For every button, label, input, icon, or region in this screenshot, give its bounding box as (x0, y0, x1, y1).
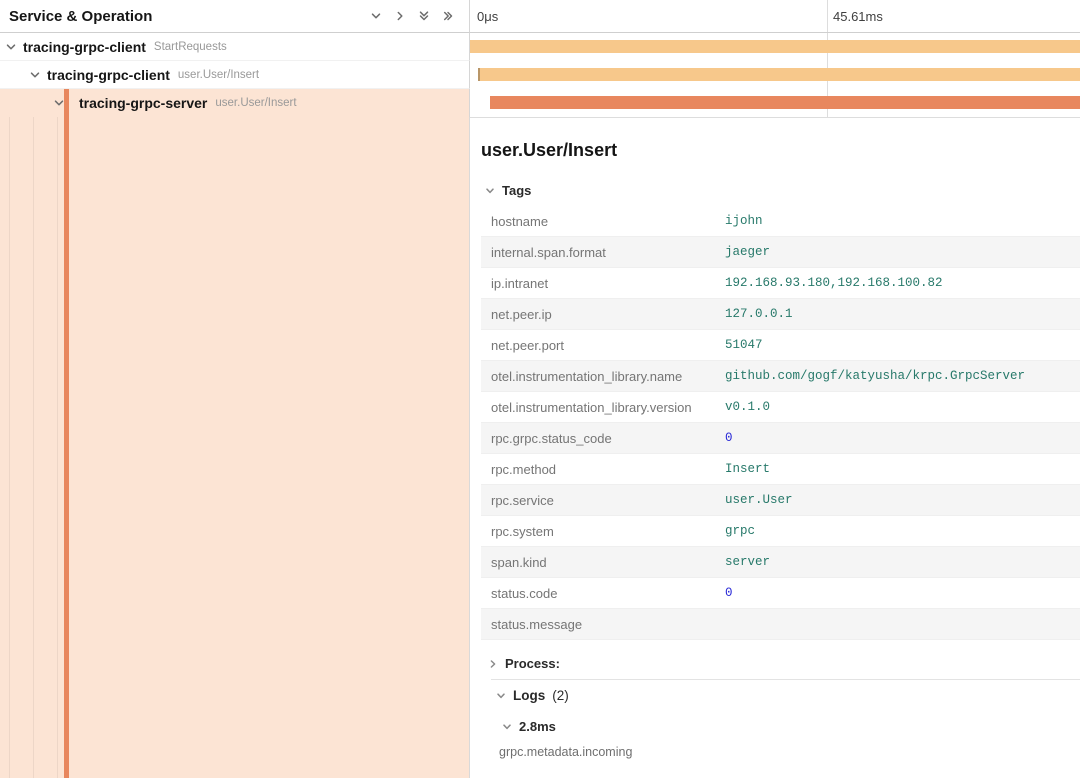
process-accordion-header[interactable]: Process: (488, 656, 1080, 671)
chevron-down-icon (496, 691, 506, 701)
timeline-header: 0μs 45.61ms (470, 0, 1080, 33)
tag-key: otel.instrumentation_library.version (481, 392, 715, 423)
tag-value: v0.1.0 (725, 400, 770, 414)
tags-label: Tags (502, 183, 531, 198)
tag-row: otel.instrumentation_library.name github… (481, 361, 1080, 392)
chevron-down-icon (485, 186, 495, 196)
tag-key: rpc.method (481, 454, 715, 485)
collapse-controls (370, 10, 455, 23)
tag-row: internal.span.format jaeger (481, 237, 1080, 268)
tag-key: hostname (481, 206, 715, 237)
tag-key: net.peer.ip (481, 299, 715, 330)
log-entry-header[interactable]: 2.8ms (502, 719, 1080, 734)
chevron-down-icon[interactable] (5, 41, 17, 53)
tag-row: rpc.service user.User (481, 485, 1080, 516)
expand-all-icon[interactable] (442, 10, 455, 23)
span-detail-title: user.User/Insert (481, 140, 1080, 161)
tree-guide-line (33, 117, 34, 778)
span-row-selected[interactable]: tracing-grpc-server user.User/Insert (0, 89, 1080, 117)
log-field-row: grpc.metadata.incoming { ":authority": "… (499, 744, 1080, 778)
chevron-down-icon[interactable] (29, 69, 41, 81)
service-operation-header: Service & Operation (0, 0, 470, 33)
logs-count: (2) (552, 688, 569, 703)
logs-label: Logs (513, 688, 545, 703)
tag-row: hostname ijohn (481, 206, 1080, 237)
operation-name: user.User/Insert (215, 97, 296, 109)
span-bar[interactable] (478, 68, 1080, 81)
log-field-key: grpc.metadata.incoming (499, 744, 667, 759)
span-color-accent (64, 89, 69, 117)
expand-one-icon[interactable] (394, 10, 407, 23)
tag-value: ijohn (725, 214, 763, 228)
tag-row: net.peer.port 51047 (481, 330, 1080, 361)
panel-title: Service & Operation (9, 8, 370, 25)
tag-row: status.message (481, 609, 1080, 640)
tag-key: span.kind (481, 547, 715, 578)
span-detail-panel: user.User/Insert Tags hostname ijohn int… (470, 117, 1080, 778)
span-bar[interactable] (490, 96, 1080, 109)
tag-value: 0 (725, 586, 733, 600)
span-color-accent (64, 117, 69, 778)
tag-key: status.code (481, 578, 715, 609)
tree-guide-line (57, 117, 58, 778)
collapse-one-icon[interactable] (370, 10, 383, 23)
tag-value: server (725, 555, 770, 569)
chevron-down-icon (502, 722, 512, 732)
tag-row: net.peer.ip 127.0.0.1 (481, 299, 1080, 330)
span-bar-cell (470, 33, 1080, 61)
tag-key: otel.instrumentation_library.name (481, 361, 715, 392)
tag-value: grpc (725, 524, 755, 538)
collapse-all-icon[interactable] (418, 10, 431, 23)
service-name: tracing-grpc-client (47, 67, 170, 83)
span-bar[interactable] (470, 40, 1080, 53)
tag-value: 0 (725, 431, 733, 445)
service-name: tracing-grpc-server (79, 95, 207, 111)
tags-accordion-header[interactable]: Tags (485, 183, 1080, 198)
tag-key: rpc.grpc.status_code (481, 423, 715, 454)
chevron-right-icon (488, 659, 498, 669)
span-bar-cell (470, 89, 1080, 117)
service-name: tracing-grpc-client (23, 39, 146, 55)
tag-row: otel.instrumentation_library.version v0.… (481, 392, 1080, 423)
log-field-value-json: { ":authority": ":8000", "baggage": "uid… (667, 744, 880, 778)
tags-table: hostname ijohn internal.span.format jaeg… (481, 206, 1080, 640)
span-bar-cell (470, 61, 1080, 89)
tag-value: jaeger (725, 245, 770, 259)
tree-guide-line (9, 117, 10, 778)
tag-key: rpc.service (481, 485, 715, 516)
tag-row: span.kind server (481, 547, 1080, 578)
logs-accordion-header[interactable]: Logs (2) (496, 688, 1080, 703)
span-name-cell: tracing-grpc-client StartRequests (0, 33, 470, 61)
tag-key: internal.span.format (481, 237, 715, 268)
tag-row: status.code 0 (481, 578, 1080, 609)
tag-row: rpc.system grpc (481, 516, 1080, 547)
tag-key: rpc.system (481, 516, 715, 547)
span-row[interactable]: tracing-grpc-client StartRequests (0, 33, 1080, 61)
tick-label-start: 0μs (477, 9, 498, 24)
section-divider (491, 679, 1080, 680)
tag-value: user.User (725, 493, 793, 507)
tag-value: Insert (725, 462, 770, 476)
log-timestamp: 2.8ms (519, 719, 556, 734)
tag-row: rpc.grpc.status_code 0 (481, 423, 1080, 454)
span-name-cell: tracing-grpc-server user.User/Insert (0, 89, 470, 117)
operation-name: user.User/Insert (178, 69, 259, 81)
tag-value: 51047 (725, 338, 763, 352)
operation-name: StartRequests (154, 41, 227, 53)
span-row[interactable]: tracing-grpc-client user.User/Insert (0, 61, 1080, 89)
tag-value: github.com/gogf/katyusha/krpc.GrpcServer (725, 369, 1025, 383)
tag-key: ip.intranet (481, 268, 715, 299)
tag-value: 127.0.0.1 (725, 307, 793, 321)
span-rows: tracing-grpc-client StartRequests tracin… (0, 33, 1080, 117)
tag-row: ip.intranet 192.168.93.180,192.168.100.8… (481, 268, 1080, 299)
tag-row: rpc.method Insert (481, 454, 1080, 485)
selected-span-left-rail (0, 117, 470, 778)
process-label: Process: (505, 656, 560, 671)
tag-key: net.peer.port (481, 330, 715, 361)
tag-key: status.message (481, 609, 715, 640)
jaeger-trace-timeline-view: Service & Operation 0μs 45.61ms (0, 0, 1080, 778)
tag-value: 192.168.93.180,192.168.100.82 (725, 276, 943, 290)
span-name-cell: tracing-grpc-client user.User/Insert (0, 61, 470, 89)
tick-label-mid: 45.61ms (833, 9, 883, 24)
